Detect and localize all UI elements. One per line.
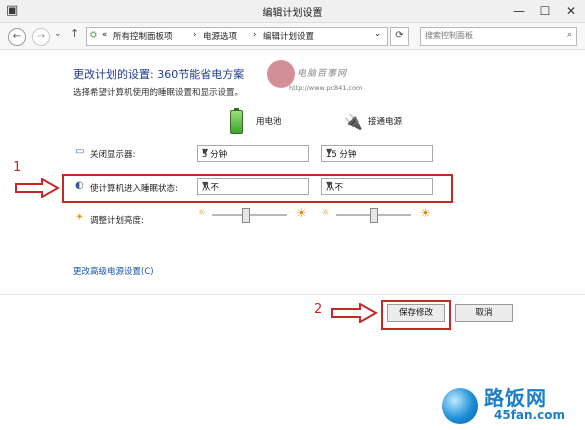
power-plug-icon: 🔌 — [344, 113, 363, 131]
back-button[interactable]: ← — [8, 28, 26, 46]
control-panel-icon: ⛭ — [90, 30, 97, 40]
watermark: 电脑百事网 http://www.pc841.com — [267, 58, 377, 98]
chevron-down-icon: ▼ — [202, 180, 209, 189]
brightness-plugged-slider[interactable] — [336, 208, 411, 223]
up-button[interactable]: ↑ — [70, 27, 79, 40]
watermark-url: http://www.pc841.com — [289, 84, 363, 92]
slider-thumb[interactable] — [242, 208, 250, 223]
sleep-label: 使计算机进入睡眠状态: — [90, 184, 178, 194]
search-input[interactable] — [425, 29, 550, 42]
page-title: 更改计划的设置: 360节能省电方案 — [73, 68, 245, 81]
search-icon[interactable]: ⌕ — [567, 30, 572, 40]
display-off-battery-select[interactable]: 5 分钟 ▼ — [197, 145, 309, 162]
logo-name: 路饭网 — [484, 386, 547, 410]
brightness-low-icon: ☼ — [198, 208, 206, 217]
annotation-arrow-2-icon — [331, 303, 378, 323]
page-description: 选择希望计算机使用的睡眠设置和显示设置。 — [73, 88, 244, 98]
address-bar: ← → ⌄ ↑ ⛭ « 所有控制面板项 › 电源选项 › 编辑计划设置 ⌄ ⟳ … — [0, 23, 585, 50]
brightness-battery-slider[interactable] — [212, 208, 287, 223]
address-dropdown-icon[interactable]: ⌄ — [374, 29, 381, 39]
moon-sleep-icon: ◐ — [75, 180, 84, 191]
annotation-number-2: 2 — [314, 302, 323, 317]
refresh-button[interactable]: ⟳ — [390, 27, 409, 46]
monitor-icon: ▭ — [75, 146, 85, 157]
chevron-down-icon: ▼ — [326, 180, 333, 189]
watermark-text: 电脑百事网 — [297, 69, 348, 79]
breadcrumb-item-edit-plan[interactable]: 编辑计划设置 — [263, 30, 314, 42]
sleep-battery-select[interactable]: 从不 ▼ — [197, 178, 309, 195]
address-field[interactable]: ⛭ « 所有控制面板项 › 电源选项 › 编辑计划设置 ⌄ — [86, 27, 388, 46]
annotation-arrow-1-icon — [15, 178, 60, 198]
cancel-button[interactable]: 取消 — [455, 304, 513, 322]
close-button[interactable]: ✕ — [558, 0, 584, 22]
search-box[interactable]: ⌕ — [420, 27, 577, 46]
forward-button[interactable]: → — [32, 28, 50, 46]
sleep-plugged-select[interactable]: 从不 ▼ — [321, 178, 433, 195]
column-label-plugged: 接通电源 — [368, 117, 403, 127]
chevron-down-icon: ▼ — [326, 147, 333, 156]
recent-dropdown-icon[interactable]: ⌄ — [54, 29, 62, 39]
maximize-button[interactable]: ☐ — [532, 0, 558, 22]
breadcrumb-separator-icon: › — [253, 30, 257, 40]
display-off-plugged-select[interactable]: 15 分钟 ▼ — [321, 145, 433, 162]
brightness-high-icon: ☀ — [420, 206, 431, 220]
minimize-button[interactable]: — — [506, 0, 532, 22]
brightness-icon: ☀ — [75, 212, 84, 223]
logo-url: 45fan.com — [494, 408, 565, 422]
chevron-down-icon: ▼ — [202, 147, 209, 156]
brightness-label: 调整计划亮度: — [90, 216, 144, 226]
breadcrumb-item-all-items[interactable]: 所有控制面板项 — [113, 30, 173, 42]
breadcrumb-overflow[interactable]: « — [102, 30, 107, 40]
save-changes-button[interactable]: 保存修改 — [387, 304, 445, 322]
annotation-number-1: 1 — [13, 160, 22, 175]
column-label-battery: 用电池 — [256, 117, 282, 127]
brightness-low-icon: ☼ — [322, 208, 330, 217]
display-off-label: 关闭显示器: — [90, 150, 136, 160]
breadcrumb-item-power-options[interactable]: 电源选项 — [203, 30, 237, 42]
brightness-high-icon: ☀ — [296, 206, 307, 220]
advanced-power-settings-link[interactable]: 更改高级电源设置(C) — [73, 265, 154, 277]
slider-thumb[interactable] — [370, 208, 378, 223]
battery-icon — [230, 108, 243, 134]
title-bar: ▣ 编辑计划设置 — ☐ ✕ — [0, 0, 585, 23]
site-logo: 路饭网 45fan.com — [438, 382, 583, 428]
divider — [0, 294, 585, 295]
window-title: 编辑计划设置 — [262, 8, 323, 19]
logo-ball-icon — [442, 388, 478, 424]
breadcrumb-separator-icon: › — [193, 30, 197, 40]
